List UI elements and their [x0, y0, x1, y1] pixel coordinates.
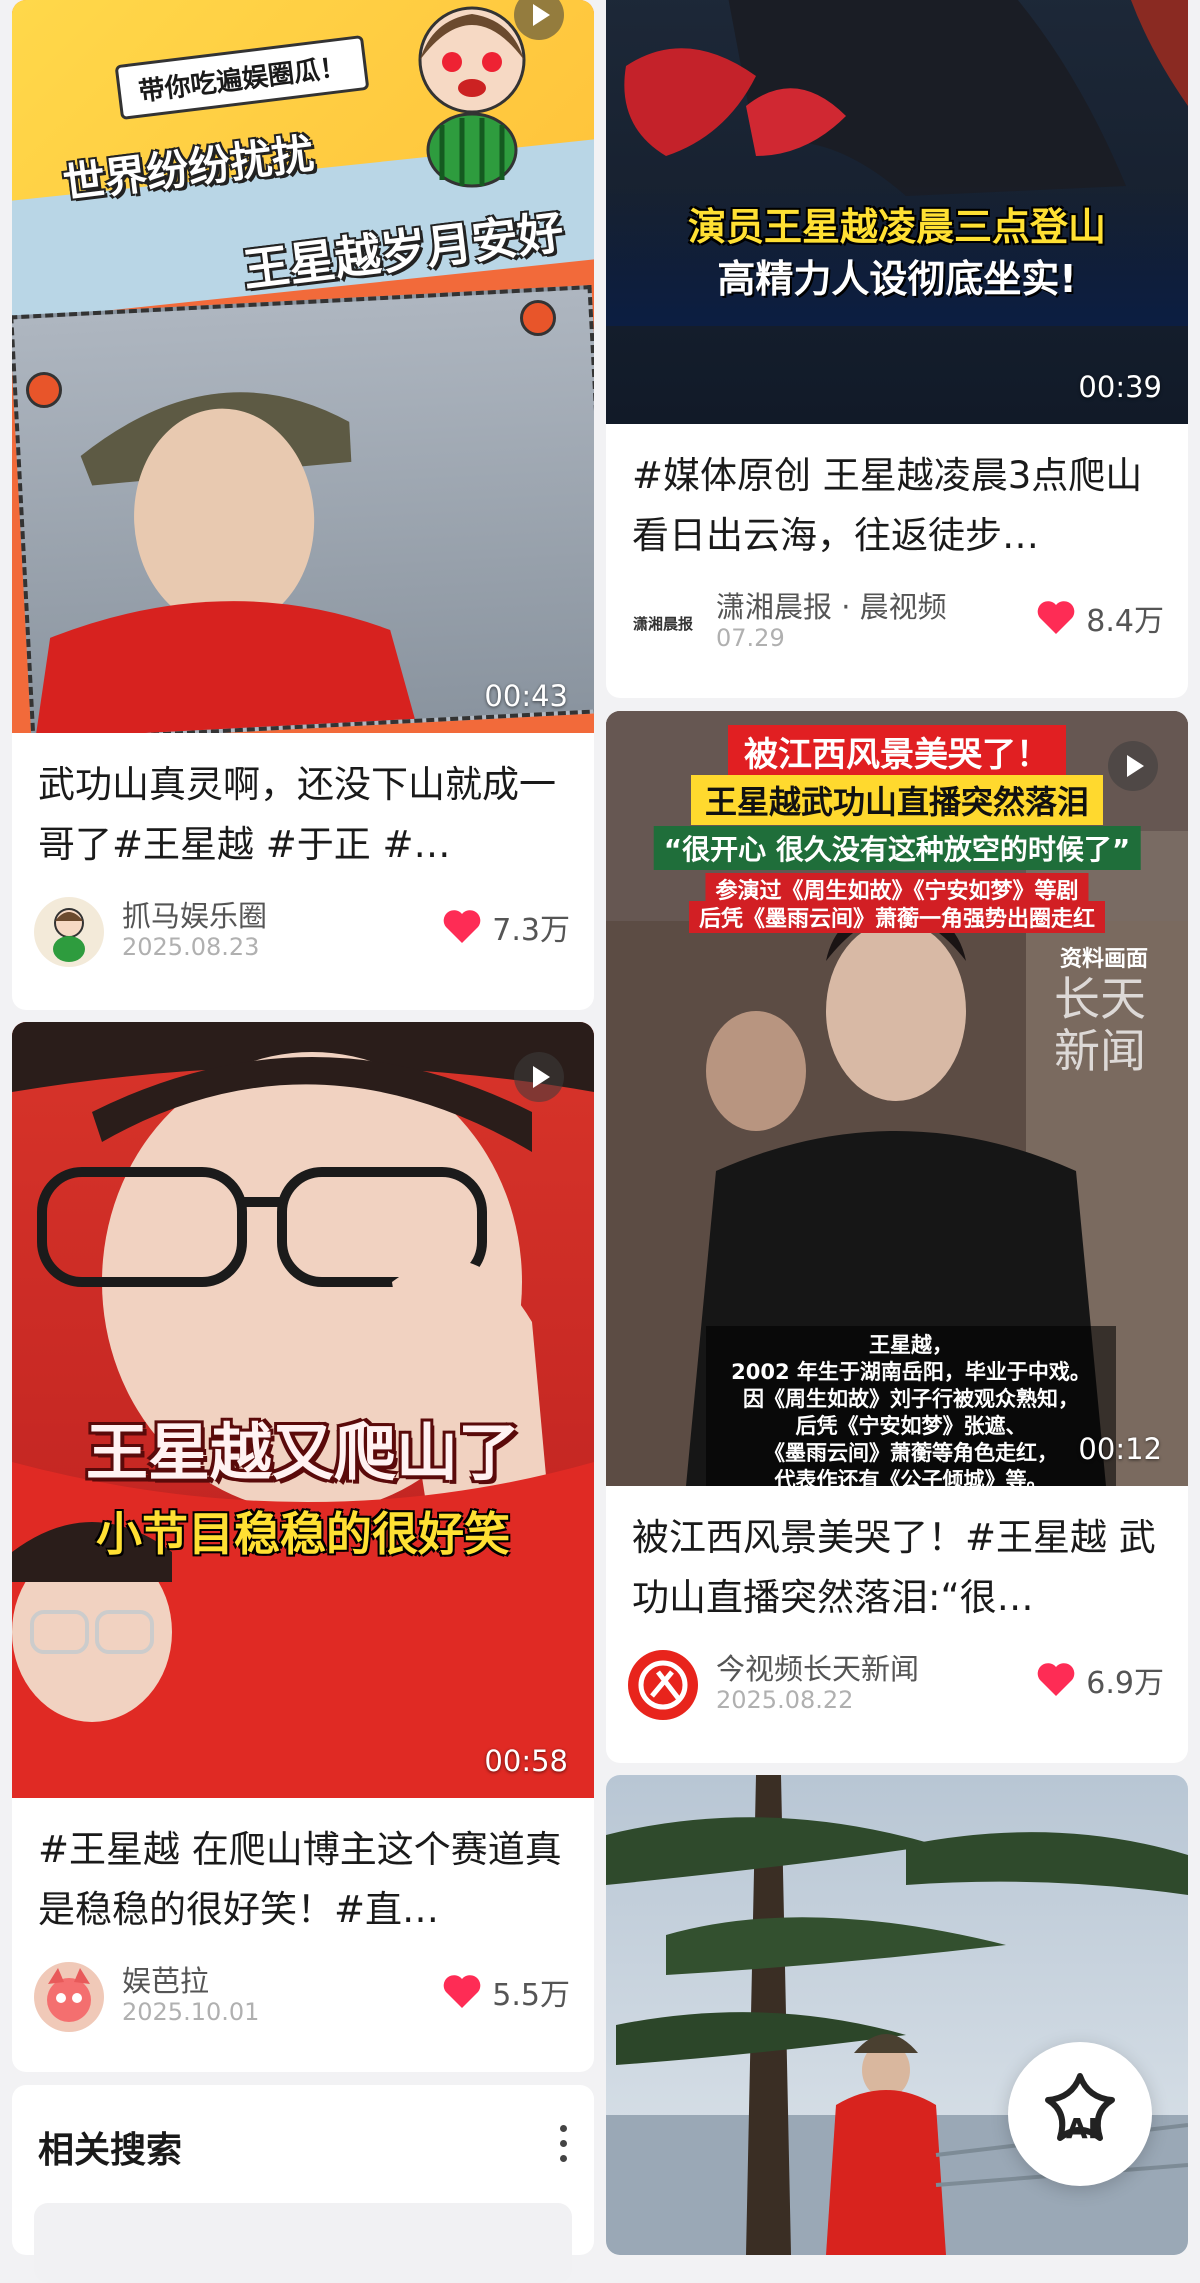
- heart-icon[interactable]: [442, 1974, 482, 2010]
- like-count-value: 5.5万: [492, 1978, 570, 2013]
- thumbnail-headline: 王星越又爬山了: [85, 1416, 521, 1489]
- like-count-value: 6.9万: [1086, 1666, 1164, 1701]
- news-watermark: 长天 新闻: [1054, 972, 1146, 1078]
- heart-icon[interactable]: [1036, 1662, 1076, 1698]
- heart-icon[interactable]: [1036, 600, 1076, 636]
- like-count-value: 7.3万: [492, 913, 570, 948]
- related-search-item[interactable]: [34, 2203, 572, 2283]
- video-title[interactable]: 被江西风景美哭了！#王星越 武功山直播突然落泪:“很…: [606, 1486, 1188, 1628]
- post-date: 2025.08.22: [716, 1686, 854, 1714]
- bio-caption: 王星越， 2002 年生于湖南岳阳，毕业于中戏。 因《周生如故》刘子行被观众熟知…: [706, 1326, 1116, 1486]
- video-meta: 今视频长天新闻 2025.08.22 6.9万: [606, 1628, 1188, 1728]
- thumbnail-subline: 小节目稳稳的很好笑: [96, 1507, 510, 1561]
- frame-pin: [26, 372, 62, 408]
- video-title[interactable]: #王星越 在爬山博主这个赛道真是稳稳的很好笑！#直…: [12, 1798, 594, 1940]
- video-card[interactable]: 演员王星越凌晨三点登山 高精力人设彻底坐实! 00:39 #媒体原创 王星越凌晨…: [606, 0, 1188, 698]
- author-avatar[interactable]: [628, 1650, 698, 1720]
- person-photo: [35, 392, 415, 733]
- video-meta: 潇湘晨报 潇湘晨报 · 晨视频 07.29 8.4万: [606, 566, 1188, 666]
- post-date: 2025.10.01: [122, 1998, 260, 2026]
- video-duration: 00:39: [1078, 370, 1162, 404]
- author-avatar[interactable]: 潇湘晨报: [628, 588, 698, 658]
- post-date: 2025.08.23: [122, 933, 260, 961]
- heart-icon[interactable]: [442, 909, 482, 945]
- like-count[interactable]: 6.9万: [1036, 1658, 1164, 1702]
- thumbnail-quote: “很开心 很久没有这种放空的时候了”: [653, 826, 1141, 870]
- archive-label: 资料画面: [1059, 947, 1148, 972]
- video-meta: 抓马娱乐圈 2025.08.23 7.3万: [12, 875, 594, 975]
- author-name[interactable]: 今视频长天新闻: [716, 1646, 919, 1688]
- thumbnail-subline: 王星越武功山直播突然落泪: [690, 775, 1104, 825]
- video-meta: 娱芭拉 2025.10.01 5.5万: [12, 1940, 594, 2040]
- ai-assistant-button[interactable]: AI: [1008, 2042, 1152, 2186]
- like-count[interactable]: 7.3万: [442, 905, 570, 949]
- photo-frame: [12, 285, 594, 733]
- video-card[interactable]: 带你吃遍娱圈瓜！ 世界纷纷扰扰 王星越岁月安好 00:43 武功山真灵啊，还没下…: [12, 0, 594, 1010]
- author-avatar[interactable]: [34, 897, 104, 967]
- related-search-card: 相关搜索: [12, 2085, 594, 2283]
- play-icon[interactable]: [514, 1052, 564, 1102]
- video-title[interactable]: #媒体原创 王星越凌晨3点爬山看日出云海，往返徒步…: [606, 424, 1188, 566]
- thumbnail-headline: 被江西风景美哭了！: [728, 725, 1066, 778]
- ai-button-label: AI: [1066, 2112, 1099, 2145]
- video-card[interactable]: 被江西风景美哭了！ 王星越武功山直播突然落泪 “很开心 很久没有这种放空的时候了…: [606, 711, 1188, 1763]
- author-name[interactable]: 娱芭拉: [122, 1958, 209, 2000]
- like-count[interactable]: 5.5万: [442, 1970, 570, 2014]
- video-duration: 00:58: [484, 1744, 568, 1778]
- post-date: 07.29: [716, 624, 785, 652]
- video-thumbnail[interactable]: 带你吃遍娱圈瓜！ 世界纷纷扰扰 王星越岁月安好 00:43: [12, 0, 594, 733]
- author-name[interactable]: 抓马娱乐圈: [122, 893, 267, 935]
- author-avatar[interactable]: [34, 1962, 104, 2032]
- thumbnail-subline: 高精力人设彻底坐实!: [717, 257, 1077, 301]
- author-name[interactable]: 潇湘晨报 · 晨视频: [716, 584, 947, 626]
- author-logo-text: 潇湘晨报: [632, 614, 693, 633]
- like-count-value: 8.4万: [1086, 604, 1164, 639]
- video-duration: 00:12: [1078, 1432, 1162, 1466]
- related-search-title: 相关搜索: [38, 2130, 183, 2171]
- video-thumbnail[interactable]: 被江西风景美哭了！ 王星越武功山直播突然落泪 “很开心 很久没有这种放空的时候了…: [606, 711, 1188, 1486]
- video-card[interactable]: 王星越又爬山了 小节目稳稳的很好笑 00:58 #王星越 在爬山博主这个赛道真是…: [12, 1022, 594, 2072]
- like-count[interactable]: 8.4万: [1036, 596, 1164, 640]
- thumbnail-headline: 演员王星越凌晨三点登山: [687, 205, 1107, 249]
- frame-pin: [520, 300, 556, 336]
- video-thumbnail[interactable]: 王星越又爬山了 小节目稳稳的很好笑 00:58: [12, 1022, 594, 1798]
- play-icon[interactable]: [1108, 741, 1158, 791]
- video-duration: 00:43: [484, 679, 568, 713]
- video-title[interactable]: 武功山真灵啊，还没下山就成一哥了#王星越 #于正 #…: [12, 733, 594, 875]
- more-options-icon[interactable]: [560, 2125, 570, 2171]
- thumbnail-note-2: 后凭《墨雨云间》萧蘅一角强势出圈走红: [688, 901, 1106, 933]
- video-thumbnail[interactable]: 演员王星越凌晨三点登山 高精力人设彻底坐实! 00:39: [606, 0, 1188, 424]
